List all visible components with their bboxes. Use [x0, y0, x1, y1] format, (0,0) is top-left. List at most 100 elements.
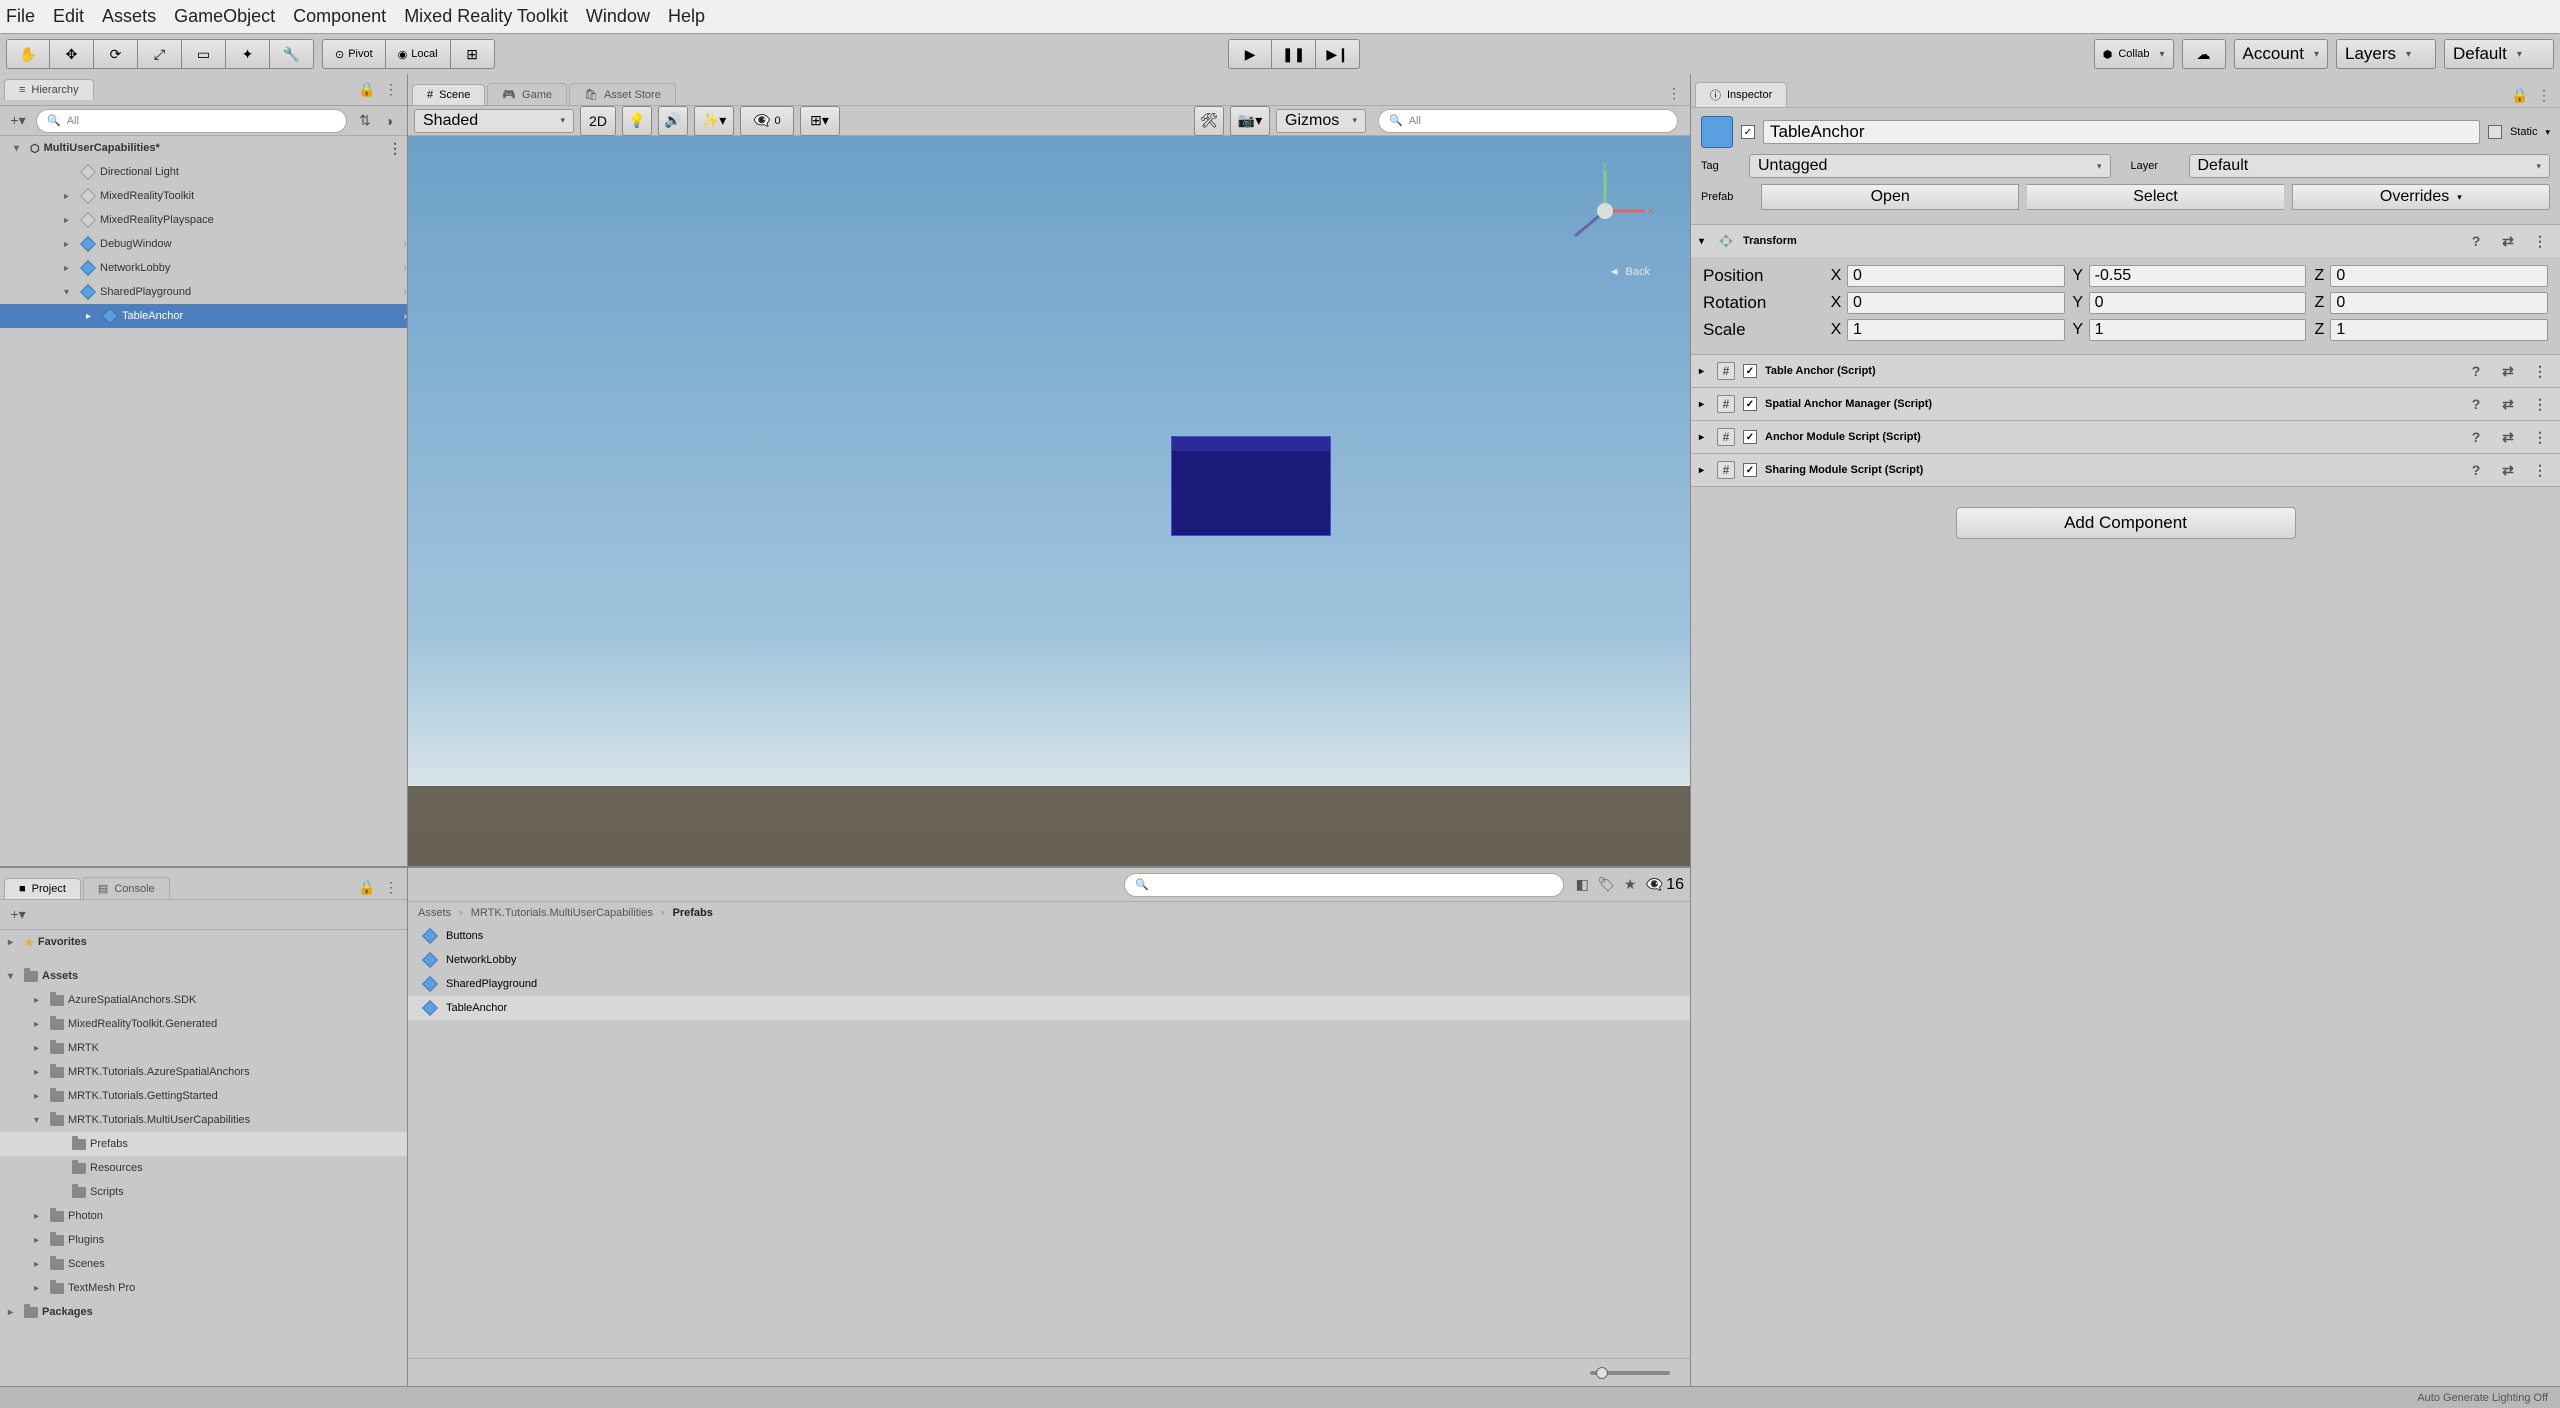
help-icon[interactable]: ?: [2464, 425, 2488, 449]
help-icon[interactable]: ?: [2464, 359, 2488, 383]
pivot-toggle[interactable]: ⊙Pivot: [322, 39, 386, 69]
lock-icon[interactable]: 🔒: [2508, 83, 2532, 107]
move-tool[interactable]: ✥: [50, 39, 94, 69]
component-header[interactable]: ▸#✓Table Anchor (Script)?⇄⋮: [1691, 355, 2560, 387]
grid-toggle[interactable]: ⊞▾: [800, 106, 840, 136]
lighting-toggle[interactable]: 💡: [622, 106, 652, 136]
rotate-tool[interactable]: ⟳: [94, 39, 138, 69]
position-x[interactable]: 0: [1847, 265, 2065, 287]
hierarchy-item[interactable]: ▸TableAnchor›: [0, 304, 407, 328]
assets-root[interactable]: ▾Assets: [0, 964, 407, 988]
collab-dropdown[interactable]: ⬢Collab: [2094, 39, 2174, 69]
2d-toggle[interactable]: 2D: [580, 106, 616, 136]
menu-file[interactable]: File: [6, 6, 35, 27]
component-menu-icon[interactable]: ⋮: [2528, 392, 2552, 416]
custom-tool[interactable]: 🔧: [270, 39, 314, 69]
hand-tool[interactable]: ✋: [6, 39, 50, 69]
lock-icon[interactable]: 🔒: [355, 78, 379, 102]
account-dropdown[interactable]: Account: [2234, 39, 2328, 69]
scene-menu-icon[interactable]: ⋮: [383, 136, 407, 160]
project-folder[interactable]: Scripts: [0, 1180, 407, 1204]
sort-icon[interactable]: ⇅: [353, 109, 377, 133]
hierarchy-item[interactable]: ▾SharedPlayground›: [0, 280, 407, 304]
create-dropdown[interactable]: +▾: [6, 903, 30, 927]
scale-y[interactable]: 1: [2089, 319, 2307, 341]
project-folder[interactable]: ▾MRTK.Tutorials.MultiUserCapabilities: [0, 1108, 407, 1132]
menu-icon[interactable]: ⋮: [379, 875, 403, 899]
scene-root[interactable]: ▾⬡MultiUserCapabilities* ⋮: [0, 136, 407, 160]
hierarchy-item[interactable]: ▸DebugWindow›: [0, 232, 407, 256]
hierarchy-search[interactable]: 🔍All: [36, 109, 347, 133]
preset-icon[interactable]: ⇄: [2496, 458, 2520, 482]
favorite-icon[interactable]: ★: [1618, 873, 1642, 897]
play-button[interactable]: ▶: [1228, 39, 1272, 69]
audio-toggle[interactable]: 🔊: [658, 106, 688, 136]
component-menu-icon[interactable]: ⋮: [2528, 425, 2552, 449]
menu-assets[interactable]: Assets: [102, 6, 156, 27]
cloud-button[interactable]: ☁: [2182, 39, 2226, 69]
preset-icon[interactable]: ⇄: [2496, 229, 2520, 253]
project-folder[interactable]: Prefabs: [0, 1132, 407, 1156]
static-checkbox[interactable]: [2488, 125, 2502, 139]
component-enabled-checkbox[interactable]: ✓: [1743, 397, 1757, 411]
packages-root[interactable]: ▸Packages: [0, 1300, 407, 1324]
menu-icon[interactable]: ⋮: [2532, 83, 2556, 107]
menu-edit[interactable]: Edit: [53, 6, 84, 27]
project-folder[interactable]: ▸Plugins: [0, 1228, 407, 1252]
local-toggle[interactable]: ◉Local: [386, 39, 451, 69]
project-folder[interactable]: ▸MixedRealityToolkit.Generated: [0, 1012, 407, 1036]
transform-tool[interactable]: ✦: [226, 39, 270, 69]
component-menu-icon[interactable]: ⋮: [2528, 359, 2552, 383]
hidden-icon[interactable]: 👁‍🗨: [1642, 873, 1666, 897]
menu-icon[interactable]: ⋮: [379, 78, 403, 102]
help-icon[interactable]: ?: [2464, 392, 2488, 416]
create-dropdown[interactable]: +▾: [6, 109, 30, 133]
menu-mrtk[interactable]: Mixed Reality Toolkit: [404, 6, 568, 27]
filter-icon[interactable]: ◑: [377, 109, 401, 133]
add-component-button[interactable]: Add Component: [1956, 507, 2296, 539]
hierarchy-item[interactable]: ▸MixedRealityToolkit: [0, 184, 407, 208]
orientation-gizmo[interactable]: y x: [1550, 156, 1660, 266]
pause-button[interactable]: ❚❚: [1272, 39, 1316, 69]
rotation-z[interactable]: 0: [2330, 292, 2548, 314]
component-header[interactable]: ▸#✓Spatial Anchor Manager (Script)?⇄⋮: [1691, 388, 2560, 420]
layers-dropdown[interactable]: Layers: [2336, 39, 2436, 69]
scene-menu-icon2[interactable]: ⋮: [1662, 81, 1686, 105]
preset-icon[interactable]: ⇄: [2496, 425, 2520, 449]
filter-icon2[interactable]: 🏷: [1594, 873, 1618, 897]
console-tab[interactable]: ▤Console: [83, 877, 170, 899]
asset-store-tab[interactable]: 🛍Asset Store: [569, 83, 676, 105]
component-enabled-checkbox[interactable]: ✓: [1743, 463, 1757, 477]
preset-icon[interactable]: ⇄: [2496, 392, 2520, 416]
game-tab[interactable]: 🎮Game: [487, 83, 567, 105]
prefab-select-button[interactable]: Select: [2027, 184, 2283, 210]
expand-icon[interactable]: ▾: [1699, 236, 1709, 247]
project-folder[interactable]: ▸MRTK.Tutorials.GettingStarted: [0, 1084, 407, 1108]
filter-icon[interactable]: ◧: [1570, 873, 1594, 897]
asset-item[interactable]: NetworkLobby: [408, 948, 1690, 972]
project-folder[interactable]: ▸Photon: [0, 1204, 407, 1228]
gizmos-dropdown[interactable]: Gizmos: [1276, 109, 1366, 133]
zoom-slider[interactable]: [1590, 1371, 1670, 1375]
component-enabled-checkbox[interactable]: ✓: [1743, 430, 1757, 444]
layout-dropdown[interactable]: Default: [2444, 39, 2554, 69]
scene-search[interactable]: 🔍All: [1378, 109, 1678, 133]
breadcrumb-item[interactable]: MRTK.Tutorials.MultiUserCapabilities: [471, 907, 653, 919]
active-checkbox[interactable]: ✓: [1741, 125, 1755, 139]
lighting-status[interactable]: Auto Generate Lighting Off: [2417, 1392, 2548, 1404]
asset-item[interactable]: TableAnchor: [408, 996, 1690, 1020]
breadcrumb-item[interactable]: Assets: [418, 907, 451, 919]
project-folder[interactable]: ▸Scenes: [0, 1252, 407, 1276]
menu-gameobject[interactable]: GameObject: [174, 6, 275, 27]
menu-component[interactable]: Component: [293, 6, 386, 27]
project-folder[interactable]: ▸AzureSpatialAnchors.SDK: [0, 988, 407, 1012]
position-z[interactable]: 0: [2330, 265, 2548, 287]
prefab-overrides-dropdown[interactable]: Overrides: [2292, 184, 2550, 210]
scale-tool[interactable]: ⤢: [138, 39, 182, 69]
component-enabled-checkbox[interactable]: ✓: [1743, 364, 1757, 378]
rotation-x[interactable]: 0: [1847, 292, 2065, 314]
hierarchy-item[interactable]: ▸MixedRealityPlayspace: [0, 208, 407, 232]
help-icon[interactable]: ?: [2464, 458, 2488, 482]
layer-dropdown[interactable]: Default: [2189, 154, 2551, 178]
tag-dropdown[interactable]: Untagged: [1749, 154, 2111, 178]
